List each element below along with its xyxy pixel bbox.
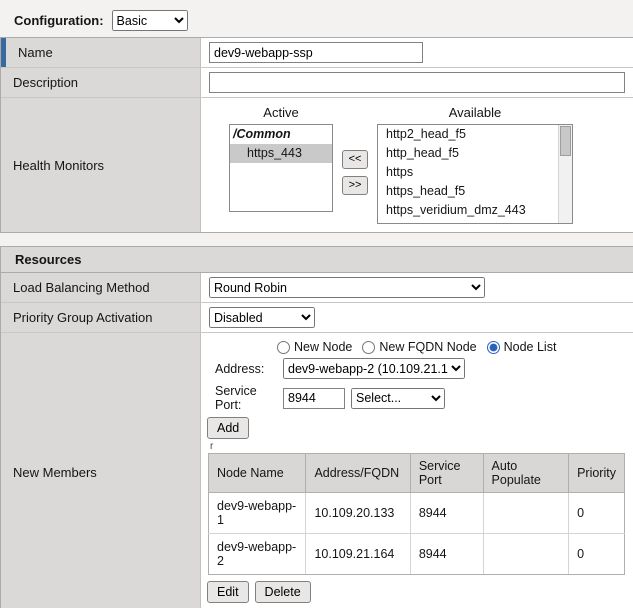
health-monitors-row: Health Monitors Active /Common https_443…	[1, 98, 633, 232]
load-balancing-method-row: Load Balancing Method Round Robin	[1, 273, 633, 303]
move-buttons: << >>	[342, 150, 368, 195]
new-node-radio[interactable]	[277, 341, 290, 354]
available-monitor-item[interactable]: http_head_f5	[378, 144, 572, 163]
health-monitors-picker: Active /Common https_443 << >> Available	[229, 105, 625, 224]
service-port-label: Service Port:	[215, 384, 283, 412]
new-members-label-cell: New Members	[1, 333, 201, 608]
service-port-cell: 8944	[410, 493, 483, 534]
load-balancing-method-label: Load Balancing Method	[13, 280, 150, 295]
priority-group-cell: Disabled	[201, 303, 633, 332]
description-label: Description	[13, 75, 78, 90]
node-list-radio-label: Node List	[504, 340, 557, 354]
address-select[interactable]: dev9-webapp-2 (10.109.21.164)	[283, 358, 465, 379]
active-title: Active	[263, 105, 298, 124]
name-row: Name	[1, 38, 633, 68]
available-column: Available http2_head_f5 http_head_f5 htt…	[377, 105, 573, 224]
new-fqdn-node-radio-option[interactable]: New FQDN Node	[362, 340, 476, 354]
priority-group-label: Priority Group Activation	[13, 310, 152, 325]
scrollbar-thumb[interactable]	[560, 126, 571, 156]
priority-group-label-cell: Priority Group Activation	[1, 303, 201, 332]
health-monitors-label: Health Monitors	[13, 158, 104, 173]
health-monitors-label-cell: Health Monitors	[1, 98, 201, 232]
general-properties-table: Name Description Health Monitors Active	[0, 37, 633, 233]
scrollbar[interactable]	[558, 125, 572, 223]
available-monitor-item[interactable]: https_head_f5	[378, 182, 572, 201]
member-actions-row: Edit Delete	[207, 581, 625, 603]
auto-populate-header: Auto Populate	[483, 454, 569, 493]
address-fqdn-cell: 10.109.21.164	[306, 534, 410, 575]
members-table-body: dev9-webapp-1 10.109.20.133 8944 0 dev9-…	[209, 493, 625, 575]
active-column: Active /Common https_443	[229, 105, 333, 212]
load-balancing-method-label-cell: Load Balancing Method	[1, 273, 201, 302]
pool-properties-page: Configuration: Basic Name Description	[0, 0, 633, 608]
header-row: Node Name Address/FQDN Service Port Auto…	[209, 454, 625, 493]
address-label: Address:	[215, 362, 283, 376]
node-name-cell: dev9-webapp-1	[209, 493, 306, 534]
active-monitors-listbox[interactable]: /Common https_443	[229, 124, 333, 212]
node-type-radio-group: New Node New FQDN Node Node List	[277, 340, 625, 354]
node-name-cell: dev9-webapp-2	[209, 534, 306, 575]
configuration-select[interactable]: Basic	[112, 10, 188, 31]
description-label-cell: Description	[1, 68, 201, 97]
add-button[interactable]: Add	[207, 417, 249, 439]
table-row[interactable]: dev9-webapp-1 10.109.20.133 8944 0	[209, 493, 625, 534]
available-monitor-item[interactable]: http2_head_f5	[378, 125, 572, 144]
resources-section-header: Resources	[0, 246, 633, 272]
priority-cell: 0	[569, 493, 625, 534]
address-fqdn-header: Address/FQDN	[306, 454, 410, 493]
new-members-cell: New Node New FQDN Node Node List Address…	[201, 333, 633, 608]
priority-group-activation-select[interactable]: Disabled	[209, 307, 315, 328]
available-title: Available	[449, 105, 502, 124]
configuration-bar: Configuration: Basic	[0, 0, 633, 37]
node-list-radio-option[interactable]: Node List	[487, 340, 557, 354]
service-port-header: Service Port	[410, 454, 483, 493]
active-monitor-item[interactable]: https_443	[230, 144, 332, 163]
new-fqdn-node-radio-label: New FQDN Node	[379, 340, 476, 354]
stray-text: r	[210, 441, 625, 452]
description-row: Description	[1, 68, 633, 98]
load-balancing-method-select[interactable]: Round Robin	[209, 277, 485, 298]
new-node-radio-option[interactable]: New Node	[277, 340, 352, 354]
node-list-radio[interactable]	[487, 341, 500, 354]
available-monitor-item[interactable]: https	[378, 163, 572, 182]
members-table: Node Name Address/FQDN Service Port Auto…	[208, 453, 625, 575]
delete-button[interactable]: Delete	[255, 581, 311, 603]
resources-table: Load Balancing Method Round Robin Priori…	[0, 272, 633, 608]
name-value-cell	[201, 38, 633, 67]
service-port-field-row: Service Port: Select...	[215, 384, 625, 412]
health-monitors-cell: Active /Common https_443 << >> Available	[201, 98, 633, 232]
move-to-active-button[interactable]: <<	[342, 150, 368, 169]
address-fqdn-cell: 10.109.20.133	[306, 493, 410, 534]
resources-title: Resources	[15, 252, 81, 267]
add-button-row: Add	[207, 417, 625, 439]
service-port-cell: 8944	[410, 534, 483, 575]
new-fqdn-node-radio[interactable]	[362, 341, 375, 354]
load-balancing-method-cell: Round Robin	[201, 273, 633, 302]
priority-group-activation-row: Priority Group Activation Disabled	[1, 303, 633, 333]
edit-button[interactable]: Edit	[207, 581, 249, 603]
auto-populate-cell	[483, 493, 569, 534]
new-members-label: New Members	[13, 465, 97, 480]
available-monitors-listbox[interactable]: http2_head_f5 http_head_f5 https https_h…	[377, 124, 573, 224]
service-port-input[interactable]	[283, 388, 345, 409]
address-field-row: Address: dev9-webapp-2 (10.109.21.164)	[215, 358, 625, 379]
name-input[interactable]	[209, 42, 423, 63]
new-node-radio-label: New Node	[294, 340, 352, 354]
name-label-cell: Name	[6, 38, 201, 67]
description-value-cell	[201, 68, 633, 97]
port-preset-select[interactable]: Select...	[351, 388, 445, 409]
description-input[interactable]	[209, 72, 625, 93]
configuration-label: Configuration:	[14, 13, 104, 28]
priority-cell: 0	[569, 534, 625, 575]
move-to-available-button[interactable]: >>	[342, 176, 368, 195]
members-table-header: Node Name Address/FQDN Service Port Auto…	[209, 454, 625, 493]
auto-populate-cell	[483, 534, 569, 575]
priority-header: Priority	[569, 454, 625, 493]
available-monitor-item[interactable]: https_veridium_dmz_443	[378, 201, 572, 220]
partition-item: /Common	[230, 125, 332, 144]
new-members-row: New Members New Node New FQDN Node Node …	[1, 333, 633, 608]
table-row[interactable]: dev9-webapp-2 10.109.21.164 8944 0	[209, 534, 625, 575]
name-label: Name	[18, 45, 53, 60]
node-name-header: Node Name	[209, 454, 306, 493]
